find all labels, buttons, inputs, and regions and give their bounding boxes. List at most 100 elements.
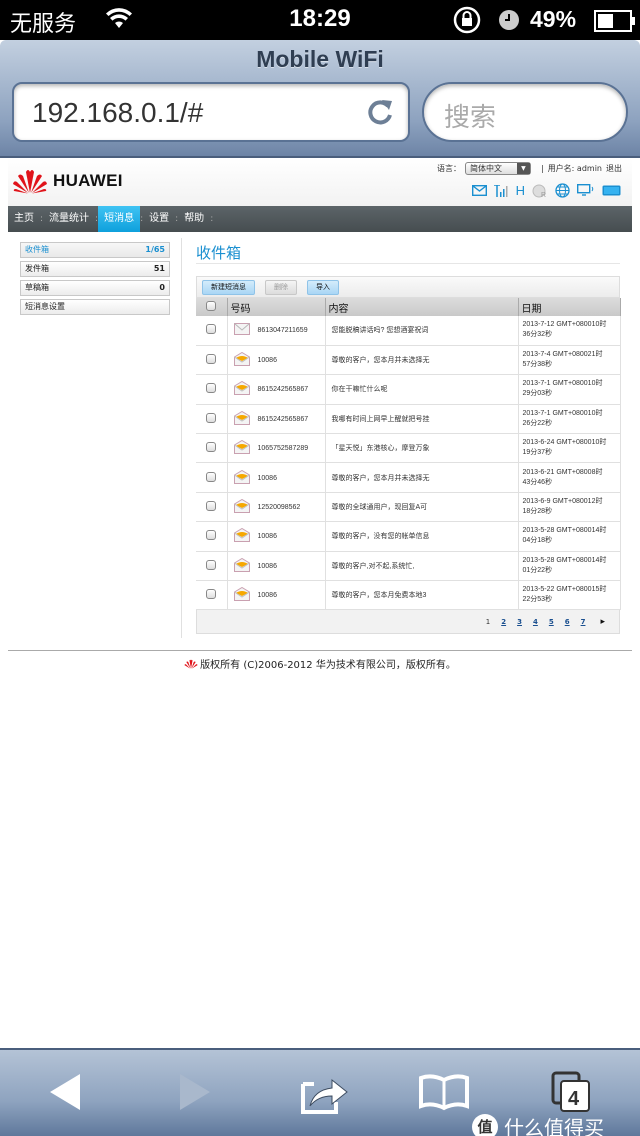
row-checkbox[interactable] [206, 383, 217, 394]
nav-settings[interactable]: 设置 [143, 206, 175, 232]
column-divider [181, 238, 182, 638]
nav-sms[interactable]: 短消息 [98, 206, 141, 232]
row-checkbox[interactable] [206, 589, 217, 600]
user-bar: 语言： 简体中文 ▼ | 用户名: admin 退出 [437, 162, 622, 175]
column-header-content[interactable]: 内容 [325, 298, 519, 316]
envelope-unread-icon [233, 587, 250, 603]
tab-count: 4 [568, 1088, 580, 1110]
share-icon[interactable] [300, 1072, 350, 1120]
message-date: 2013-6-21 GMT+08008时 [522, 468, 603, 476]
row-checkbox[interactable] [206, 354, 217, 365]
footer-divider [8, 650, 632, 651]
page-link[interactable]: 4 [533, 618, 538, 626]
table-row[interactable]: 10086 尊敬的客户,对不起,系统忙, 2013-5-28 GMT+080014时… [196, 551, 621, 582]
nav-traffic-stats[interactable]: 流量统计 [43, 206, 95, 232]
reload-icon[interactable] [364, 96, 396, 132]
sidebar-item-drafts[interactable]: 草稿箱 0 [20, 280, 170, 296]
forward-icon[interactable] [178, 1072, 212, 1116]
message-preview[interactable]: 我哪有时间上网早上醒就把号挂 [332, 416, 430, 423]
sender-number: 10086 [257, 533, 277, 541]
sidebar-item-label: 发件箱 [25, 264, 49, 273]
table-row[interactable]: 10086 尊敬的客户，您本月免费本地3 2013-5-22 GMT+080015时… [196, 580, 621, 611]
chevron-down-icon: ▼ [516, 163, 530, 174]
select-all-checkbox[interactable] [206, 300, 217, 311]
huawei-logo: HUAWEI [12, 168, 123, 194]
browser-toolbar: Mobile WiFi 192.168.0.1/# 搜索 [0, 40, 640, 158]
sms-sidebar: 收件箱 1/65 发件箱 51 草稿箱 0 短消息设置 [20, 242, 170, 318]
logout-link[interactable]: 退出 [606, 163, 622, 174]
bookmarks-icon[interactable] [418, 1072, 470, 1116]
message-preview[interactable]: 您能脱稿讲话吗? 您想酒宴祝词 [332, 327, 429, 334]
table-row[interactable]: 8615242565867 我哪有时间上网早上醒就把号挂 2013-7-1 GMT+… [196, 404, 621, 435]
message-date: 2013-5-28 GMT+080014时 [522, 556, 607, 564]
page-link[interactable]: 7 [581, 618, 586, 626]
page-link[interactable]: 5 [549, 618, 554, 626]
column-header-date[interactable]: 日期 [518, 298, 621, 316]
row-checkbox[interactable] [206, 324, 217, 335]
battery-icon [594, 10, 636, 36]
language-select[interactable]: 简体中文 ▼ [464, 162, 531, 175]
row-checkbox[interactable] [206, 501, 217, 512]
rotation-lock-icon [452, 5, 482, 39]
pagination: 1 2 3 4 5 6 7 ▸ [196, 610, 620, 635]
sidebar-item-inbox[interactable]: 收件箱 1/65 [20, 242, 170, 258]
row-checkbox[interactable] [206, 559, 217, 570]
sender-number: 10086 [257, 592, 277, 600]
row-checkbox[interactable] [206, 412, 217, 423]
page-title: Mobile WiFi [256, 46, 384, 72]
envelope-unread-icon [233, 498, 250, 515]
watermark: 值 什么值得买 [472, 1112, 604, 1136]
table-row[interactable]: 8613047211659 您能脱稿讲话吗? 您想酒宴祝词 2013-7-12 GM… [196, 316, 621, 346]
message-preview[interactable]: 尊敬的客户，没有您的帐单信息 [332, 533, 430, 540]
row-checkbox[interactable] [206, 471, 217, 482]
column-header-number[interactable]: 号码 [227, 298, 326, 316]
envelope-unread-icon [233, 469, 250, 486]
table-row[interactable]: 8615242565867 你在干嘛忙什么呢 2013-7-1 GMT+080010… [196, 374, 621, 405]
envelope-unread-icon [233, 528, 250, 544]
table-row[interactable]: 12520098562 尊敬的全球通用户，现回复A可 2013-6-9 GMT+08… [196, 492, 621, 523]
import-button[interactable]: 导入 [307, 279, 339, 295]
sidebar-item-outbox[interactable]: 发件箱 51 [20, 261, 170, 277]
language-value: 简体中文 [469, 164, 502, 173]
copyright-text: 版权所有 (C)2006-2012 华为技术有限公司，版权所有。 [200, 660, 456, 671]
sidebar-item-count: 51 [153, 264, 165, 273]
next-page-icon[interactable]: ▸ [600, 617, 605, 627]
nav-help[interactable]: 帮助 [178, 206, 210, 232]
delete-button[interactable]: 删除 [265, 279, 297, 295]
huawei-petals-icon [13, 170, 47, 194]
message-preview[interactable]: 尊敬的全球通用户，现回复A可 [332, 504, 428, 511]
web-page: HUAWEI 语言： 简体中文 ▼ | 用户名: admin 退出 H R 主页… [0, 158, 640, 1040]
row-checkbox[interactable] [206, 442, 217, 453]
message-preview[interactable]: 尊敬的客户,对不起,系统忙, [332, 563, 415, 570]
search-input[interactable]: 搜索 [422, 82, 628, 142]
message-preview[interactable]: 「星天悦」东港核心，摩登万象 [332, 445, 430, 452]
page-link[interactable]: 2 [501, 618, 506, 626]
table-row[interactable]: 10086 尊敬的客户，您本月并未选择无 2013-6-21 GMT+08008时 4… [196, 462, 621, 493]
sms-envelope-icon[interactable] [471, 185, 487, 196]
message-preview[interactable]: 尊敬的客户，您本月并未选择无 [332, 475, 430, 482]
back-icon[interactable] [48, 1072, 82, 1116]
tabs-icon[interactable]: 4 [550, 1070, 592, 1118]
table-row[interactable]: 1065752587289 「星天悦」东港核心，摩登万象 2013-6-24 GMT… [196, 433, 621, 464]
page-link[interactable]: 3 [517, 618, 522, 626]
site-header: HUAWEI 语言： 简体中文 ▼ | 用户名: admin 退出 H R [8, 158, 632, 206]
sidebar-item-label: 短消息设置 [25, 302, 65, 311]
row-checkbox[interactable] [206, 530, 217, 541]
table-row[interactable]: 10086 尊敬的客户，没有您的帐单信息 2013-5-28 GMT+080014时… [196, 521, 621, 552]
message-preview[interactable]: 尊敬的客户，您本月免费本地3 [332, 592, 427, 599]
alarm-icon [498, 9, 520, 35]
page-link[interactable]: 6 [565, 618, 570, 626]
sidebar-item-sms-settings[interactable]: 短消息设置 [20, 299, 170, 315]
nav-home[interactable]: 主页 [8, 206, 40, 232]
message-preview[interactable]: 尊敬的客户，您本月并未选择无 [332, 357, 430, 364]
message-preview[interactable]: 你在干嘛忙什么呢 [332, 386, 388, 393]
message-date: 2013-7-4 GMT+080021时 [522, 351, 603, 359]
status-bar: 无服务 18:29 49% [0, 0, 640, 40]
battery-percent: 49% [530, 6, 577, 32]
message-time: 18分28秒 [522, 508, 553, 516]
table-row[interactable]: 10086 尊敬的客户，您本月并未选择无 2013-7-4 GMT+080021时 5… [196, 345, 621, 376]
new-message-button[interactable]: 新建短消息 [202, 279, 255, 295]
network-type-h-icon: H [515, 183, 525, 198]
address-bar[interactable]: 192.168.0.1/# [12, 82, 410, 142]
message-date: 2013-5-22 GMT+080015时 [522, 586, 607, 594]
